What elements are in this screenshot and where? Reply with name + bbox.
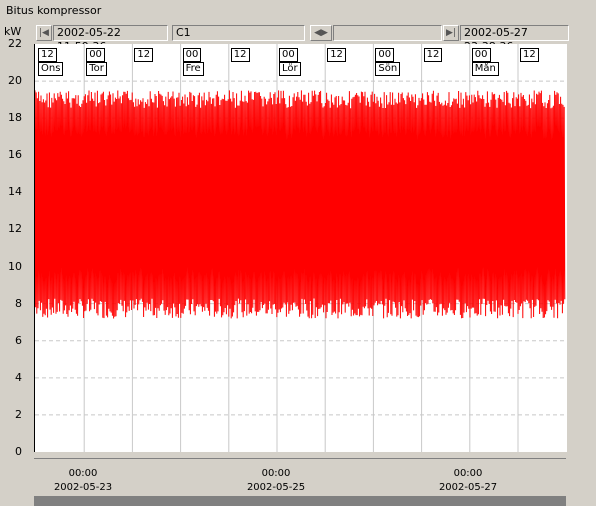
- x-axis-time-label: 00:00: [261, 468, 291, 479]
- y-tick-label: 20: [8, 74, 22, 88]
- y-tick-label: 4: [15, 370, 22, 384]
- skip-to-end-icon[interactable]: ▶|: [443, 25, 459, 41]
- power-series-line: [34, 90, 566, 319]
- y-tick-label: 22: [8, 37, 22, 50]
- x-axis-tick-row: [34, 458, 566, 465]
- y-tick-label: 0: [15, 445, 22, 458]
- y-tick-label: 16: [8, 148, 22, 162]
- power-chart: [34, 44, 567, 452]
- x-axis-date-label: 2002-05-27: [438, 482, 498, 493]
- chart-plot-area[interactable]: [34, 44, 567, 452]
- day-marker: Fre: [182, 62, 204, 76]
- hour-marker: 12: [520, 48, 539, 62]
- hour-marker: 12: [230, 48, 250, 62]
- y-tick-label: 12: [8, 222, 22, 236]
- y-tick-label: 18: [8, 111, 22, 125]
- y-tick-label: 10: [8, 259, 22, 273]
- x-axis-date-label: 2002-05-23: [53, 482, 113, 493]
- x-axis-time-label: 00:00: [453, 468, 483, 479]
- x-axis-date-label: 2002-05-25: [246, 482, 306, 493]
- hour-marker: 12: [134, 48, 154, 62]
- window-title: Bitus kompressor: [6, 4, 102, 17]
- hour-marker: 00: [375, 48, 395, 62]
- y-tick-label: 6: [15, 333, 22, 347]
- day-marker: Tor: [86, 62, 107, 76]
- scroll-arrows-icon[interactable]: ◀▶: [310, 25, 332, 41]
- day-marker: Sön: [375, 62, 401, 76]
- hour-marker: 12: [38, 48, 57, 62]
- y-tick-label: 2: [15, 407, 22, 421]
- hour-marker: 00: [86, 48, 105, 62]
- day-marker: Mån: [471, 62, 499, 76]
- hour-marker: 00: [182, 48, 202, 62]
- day-marker: Ons: [38, 62, 64, 76]
- hour-marker: 12: [327, 48, 346, 62]
- skip-to-start-icon[interactable]: |◀: [36, 25, 52, 41]
- horizontal-scrollbar[interactable]: [34, 496, 566, 506]
- hour-marker: 00: [279, 48, 298, 62]
- time-scroll-track[interactable]: [333, 25, 442, 41]
- hour-marker: 12: [423, 48, 443, 62]
- hour-marker: 00: [471, 48, 491, 62]
- day-marker: Lör: [279, 62, 301, 76]
- channel-field[interactable]: C1: [172, 25, 305, 41]
- end-time-field[interactable]: 2002-05-27 23:38:36: [460, 25, 569, 53]
- y-tick-label: 14: [8, 185, 22, 199]
- x-axis-time-label: 00:00: [68, 468, 98, 479]
- y-tick-label: 8: [15, 296, 22, 310]
- start-time-field[interactable]: 2002-05-22 11:59:36: [53, 25, 168, 53]
